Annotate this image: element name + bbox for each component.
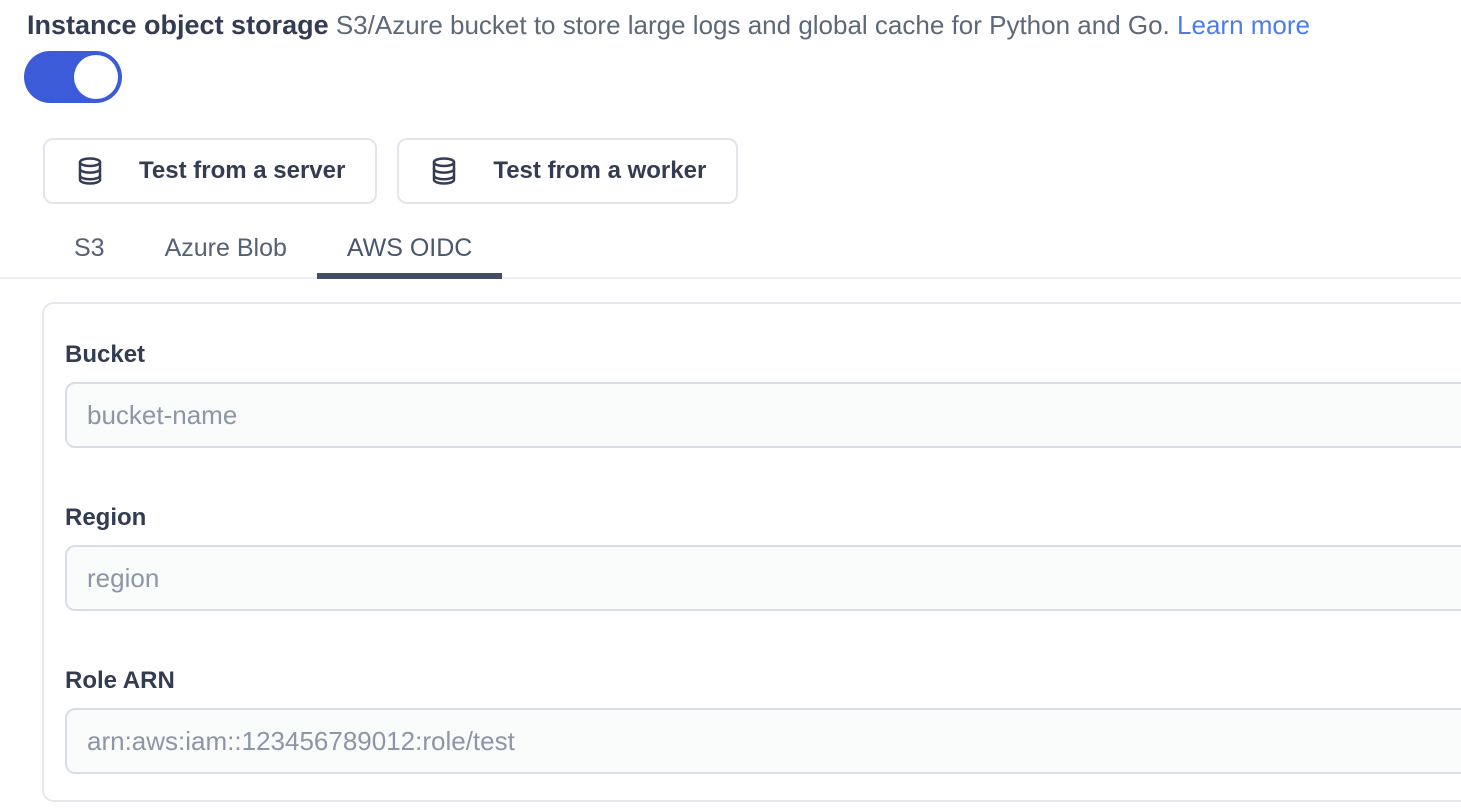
- learn-more-link[interactable]: Learn more: [1177, 10, 1310, 40]
- tab-azure-blob[interactable]: Azure Blob: [135, 222, 317, 279]
- database-icon: [429, 154, 459, 188]
- test-from-worker-button[interactable]: Test from a worker: [397, 138, 738, 204]
- section-header: Instance object storage S3/Azure bucket …: [27, 8, 1461, 42]
- database-icon: [75, 154, 105, 188]
- aws-oidc-settings-panel: Bucket Region Role ARN: [42, 302, 1461, 802]
- test-from-server-label: Test from a server: [139, 157, 345, 185]
- test-from-worker-label: Test from a worker: [493, 157, 706, 185]
- region-input[interactable]: [65, 545, 1461, 611]
- tab-aws-oidc[interactable]: AWS OIDC: [317, 222, 502, 279]
- role-arn-label: Role ARN: [65, 666, 1461, 696]
- page-title: Instance object storage: [27, 10, 329, 40]
- page-description: S3/Azure bucket to store large logs and …: [336, 10, 1170, 40]
- role-arn-field-group: Role ARN: [65, 666, 1461, 774]
- bucket-label: Bucket: [65, 340, 1461, 370]
- tab-s3[interactable]: S3: [44, 222, 135, 279]
- storage-provider-tabs: S3 Azure Blob AWS OIDC: [0, 222, 1461, 279]
- bucket-input[interactable]: [65, 382, 1461, 448]
- region-field-group: Region: [65, 503, 1461, 611]
- role-arn-input[interactable]: [65, 708, 1461, 774]
- test-buttons-row: Test from a server Test from a worker: [43, 138, 1461, 204]
- toggle-knob: [74, 55, 118, 99]
- region-label: Region: [65, 503, 1461, 533]
- test-from-server-button[interactable]: Test from a server: [43, 138, 377, 204]
- object-storage-toggle[interactable]: [24, 51, 122, 103]
- bucket-field-group: Bucket: [65, 340, 1461, 448]
